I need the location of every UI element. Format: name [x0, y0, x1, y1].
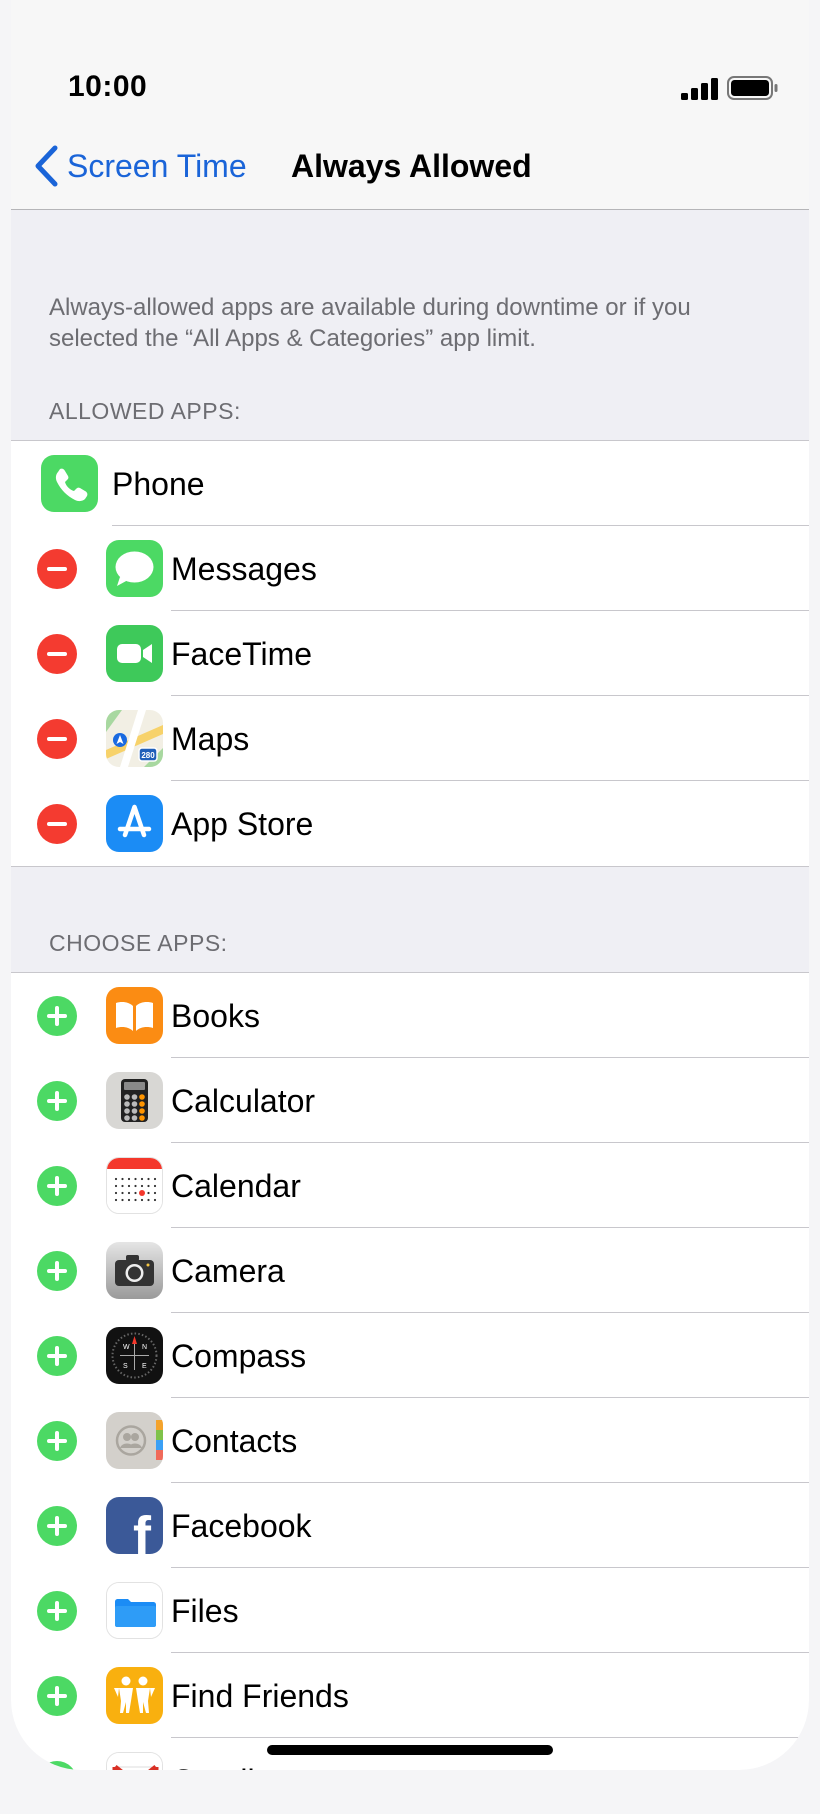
svg-text:N: N	[142, 1344, 147, 1351]
facebook-icon: f	[106, 1497, 163, 1554]
gmail-icon	[106, 1752, 163, 1770]
app-label: Facebook	[171, 1508, 312, 1544]
add-app-button[interactable]	[37, 1251, 77, 1291]
list-item[interactable]: Books	[11, 973, 809, 1058]
list-item[interactable]: Calculator	[11, 1058, 809, 1143]
list-item[interactable]: FaceTime	[11, 611, 809, 696]
add-app-button[interactable]	[37, 1081, 77, 1121]
remove-app-button[interactable]	[37, 804, 77, 844]
back-button-label: Screen Time	[67, 147, 247, 184]
phone-screen: 10:00 Screen Time Always Allowed Always-…	[11, 0, 809, 1770]
app-label: FaceTime	[171, 636, 313, 672]
app-label: Phone	[112, 466, 205, 502]
find-friends-icon	[106, 1667, 163, 1724]
add-app-button[interactable]	[37, 1676, 77, 1716]
app-label: Files	[171, 1593, 239, 1629]
allowed-apps-list: Phone Messages FaceTime 280 Maps App Store	[11, 440, 809, 867]
remove-app-button[interactable]	[37, 549, 77, 589]
home-indicator	[267, 1745, 553, 1755]
remove-app-button[interactable]	[37, 634, 77, 674]
files-icon	[106, 1582, 163, 1639]
compass-icon: W N S E	[106, 1327, 163, 1384]
svg-text:E: E	[142, 1363, 147, 1370]
chevron-left-icon	[35, 145, 58, 187]
app-label: Compass	[171, 1338, 307, 1374]
back-button[interactable]: Screen Time	[33, 144, 247, 188]
list-item[interactable]: Find Friends	[11, 1653, 809, 1738]
app-label: Calculator	[171, 1083, 316, 1119]
description-text: Always-allowed apps are available during…	[49, 294, 691, 352]
list-item[interactable]: 280 Maps	[11, 696, 809, 781]
books-icon	[106, 987, 163, 1044]
camera-icon	[106, 1242, 163, 1299]
phone-icon	[41, 455, 98, 512]
add-app-button[interactable]	[37, 1421, 77, 1461]
app-label: Contacts	[171, 1423, 298, 1459]
list-item[interactable]: Camera	[11, 1228, 809, 1313]
remove-app-button[interactable]	[37, 719, 77, 759]
list-item[interactable]: Phone	[11, 441, 809, 526]
svg-text:S: S	[123, 1363, 128, 1370]
cellular-signal-icon	[681, 78, 718, 100]
add-app-button[interactable]	[37, 1506, 77, 1546]
app-label: App Store	[171, 806, 314, 842]
list-item[interactable]: App Store	[11, 781, 809, 866]
add-app-button[interactable]	[37, 1166, 77, 1206]
calendar-icon	[106, 1157, 163, 1214]
list-item[interactable]: Calendar	[11, 1143, 809, 1228]
calculator-icon	[106, 1072, 163, 1129]
allowed-apps-header: ALLOWED APPS:	[49, 398, 241, 424]
list-item[interactable]: f Facebook	[11, 1483, 809, 1568]
navigation-bar: Screen Time Always Allowed	[11, 130, 809, 210]
page-title: Always Allowed	[291, 148, 532, 184]
contacts-icon	[106, 1412, 163, 1469]
add-app-button[interactable]	[37, 996, 77, 1036]
add-app-button[interactable]	[37, 1591, 77, 1631]
add-app-button[interactable]	[37, 1761, 77, 1770]
app-label: Find Friends	[171, 1678, 349, 1714]
list-item[interactable]: Contacts	[11, 1398, 809, 1483]
app-label: Books	[171, 998, 260, 1034]
list-item[interactable]: W N S E Compass	[11, 1313, 809, 1398]
app-store-icon	[106, 795, 163, 852]
messages-icon	[106, 540, 163, 597]
svg-text:f: f	[133, 1506, 152, 1554]
app-label: Camera	[171, 1253, 285, 1289]
svg-text:280: 280	[141, 751, 155, 760]
app-label: Gmail	[171, 1763, 255, 1770]
svg-text:W: W	[123, 1344, 130, 1351]
choose-apps-header: CHOOSE APPS:	[49, 930, 228, 956]
list-item[interactable]: Files	[11, 1568, 809, 1653]
battery-icon	[727, 76, 778, 100]
list-item[interactable]: Messages	[11, 526, 809, 611]
app-label: Maps	[171, 721, 250, 757]
app-label: Calendar	[171, 1168, 301, 1204]
status-time: 10:00	[68, 70, 148, 103]
app-label: Messages	[171, 551, 317, 587]
status-bar: 10:00	[11, 0, 809, 130]
maps-icon: 280	[106, 710, 163, 767]
choose-apps-list: Books Calculator Calendar Camera W N S E Compass…	[11, 972, 809, 1770]
add-app-button[interactable]	[37, 1336, 77, 1376]
facetime-icon	[106, 625, 163, 682]
